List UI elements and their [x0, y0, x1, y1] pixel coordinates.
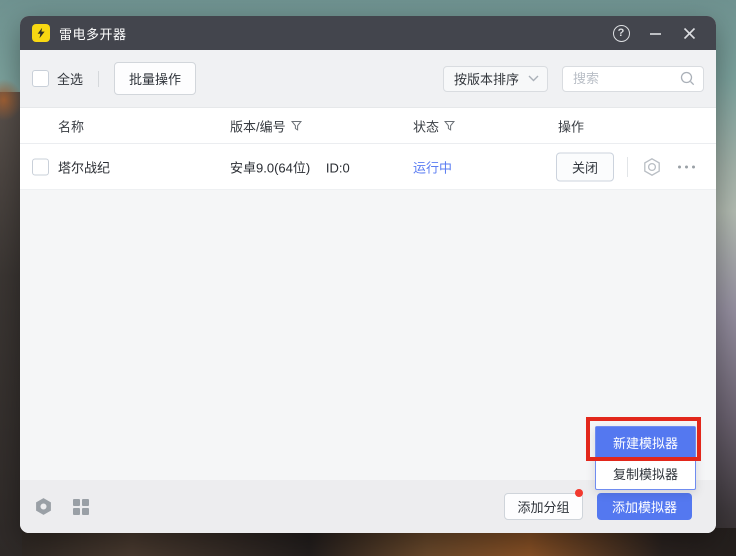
search-icon: [680, 71, 695, 86]
batch-operations-button[interactable]: 批量操作: [114, 62, 196, 95]
table-row: 塔尔战纪 安卓9.0(64位) ID:0 运行中 关闭: [20, 144, 716, 190]
menu-item-new-emulator[interactable]: 新建模拟器: [596, 427, 695, 458]
close-instance-button[interactable]: 关闭: [556, 152, 614, 181]
toolbar-divider: [98, 71, 99, 87]
select-all-checkbox[interactable]: [32, 70, 49, 87]
ops-divider: [627, 157, 628, 177]
instance-settings-icon[interactable]: [642, 157, 662, 177]
more-options-icon[interactable]: [678, 165, 695, 168]
header-status: 状态: [413, 116, 455, 135]
android-version: 安卓9.0(64位): [230, 160, 310, 175]
select-all-label: 全选: [57, 69, 83, 88]
filter-icon[interactable]: [291, 120, 302, 131]
instance-name: 塔尔战纪: [58, 157, 110, 176]
header-name: 名称: [58, 116, 84, 135]
notification-dot: [575, 489, 583, 497]
sort-dropdown[interactable]: 按版本排序: [443, 66, 548, 92]
header-actions: 操作: [558, 116, 584, 135]
table-header: 名称 版本/编号 状态 操作: [20, 108, 716, 144]
add-emulator-button[interactable]: 添加模拟器: [597, 493, 692, 520]
titlebar: 雷电多开器 ?: [20, 16, 716, 50]
grid-view-icon[interactable]: [73, 499, 89, 515]
instance-version: 安卓9.0(64位) ID:0: [230, 157, 350, 176]
window-title: 雷电多开器: [59, 24, 127, 43]
search-box: [562, 66, 704, 92]
add-group-button[interactable]: 添加分组: [504, 493, 583, 520]
header-version: 版本/编号: [230, 116, 302, 135]
help-button[interactable]: ?: [608, 20, 634, 46]
settings-gear-icon[interactable]: [34, 497, 53, 516]
status-badge: 运行中: [413, 157, 452, 176]
header-version-label: 版本/编号: [230, 116, 286, 135]
filter-icon[interactable]: [444, 120, 455, 131]
help-icon: ?: [613, 25, 630, 42]
toolbar: 全选 批量操作 按版本排序: [20, 50, 716, 108]
sort-dropdown-label: 按版本排序: [454, 69, 528, 88]
desktop-wallpaper: { "window": { "title": "雷电多开器" }, "title…: [0, 0, 736, 556]
add-emulator-context-menu: 新建模拟器 复制模拟器: [595, 426, 696, 490]
header-status-label: 状态: [413, 116, 439, 135]
row-checkbox[interactable]: [32, 158, 49, 175]
close-icon: [683, 27, 696, 40]
minimize-button[interactable]: [642, 20, 668, 46]
search-input[interactable]: [565, 71, 680, 86]
chevron-down-icon: [528, 75, 539, 82]
instance-id: ID:0: [326, 160, 350, 175]
app-logo-lightning-icon: [32, 24, 50, 42]
menu-item-copy-emulator[interactable]: 复制模拟器: [596, 458, 695, 489]
close-button[interactable]: [676, 20, 702, 46]
minimize-icon: [649, 27, 662, 40]
app-window: 雷电多开器 ? 全选 批量操作 按版本排序 名称 版本/编号: [20, 16, 716, 533]
